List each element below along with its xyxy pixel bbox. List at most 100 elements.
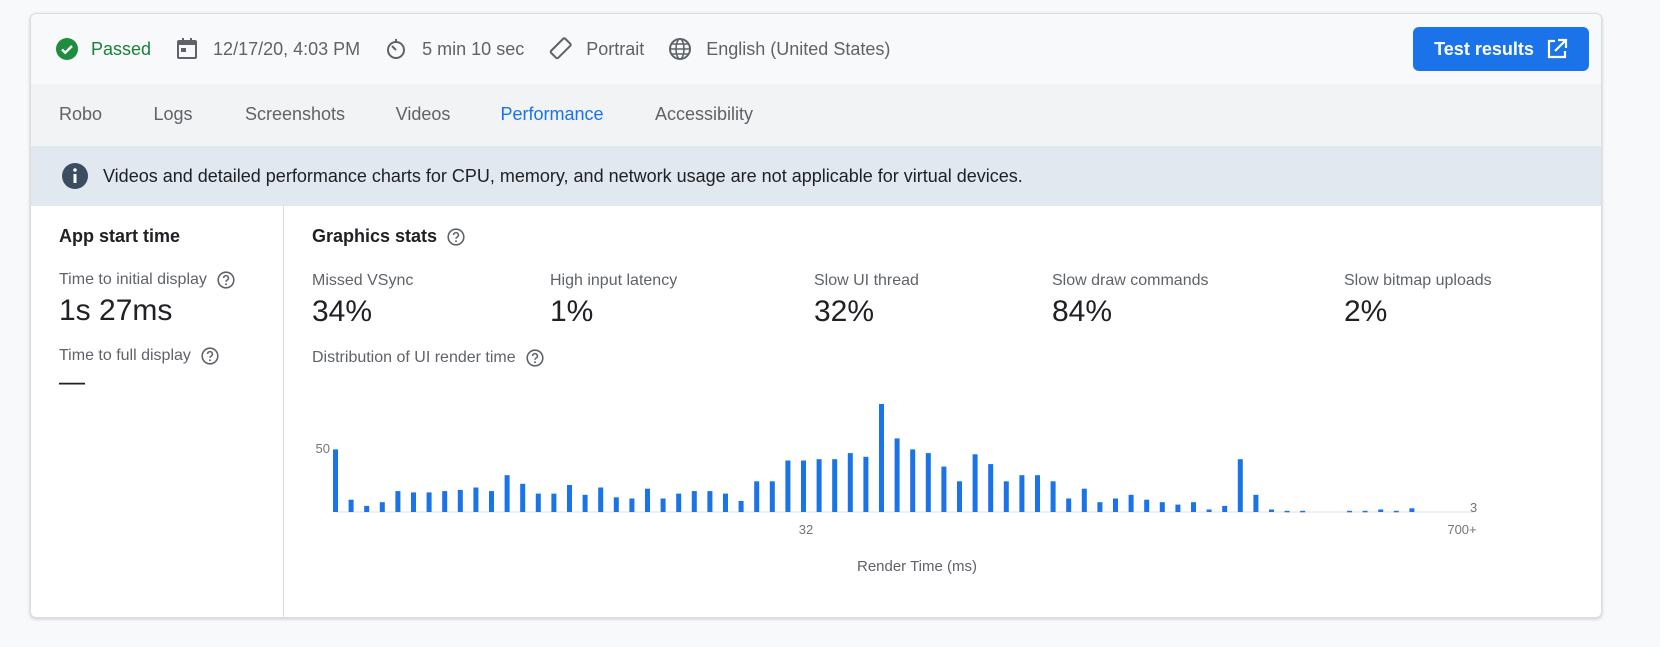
render-time-bar[interactable] — [1128, 494, 1134, 512]
render-time-bar[interactable] — [847, 453, 853, 512]
render-time-bar[interactable] — [801, 460, 806, 513]
render-time-bar[interactable] — [1191, 502, 1196, 512]
initial-display-label-text: Time to initial display — [59, 271, 207, 288]
render-time-bar[interactable] — [1113, 498, 1118, 513]
render-time-bar[interactable] — [364, 505, 370, 512]
render-time-bar[interactable] — [1081, 488, 1087, 512]
render-time-bar[interactable] — [1284, 510, 1290, 513]
render-time-bar[interactable] — [785, 460, 791, 513]
app-start-title: App start time — [59, 226, 181, 246]
render-time-bar[interactable] — [333, 449, 338, 512]
render-time-bar[interactable] — [1144, 499, 1150, 512]
render-time-bar[interactable] — [1097, 502, 1103, 512]
render-time-bar[interactable] — [411, 492, 416, 512]
tab-screenshots[interactable]: Screenshots — [245, 84, 345, 146]
timer-icon — [384, 37, 408, 61]
tab-videos[interactable]: Videos — [395, 84, 451, 146]
stat-high-input-latency-value: 1% — [550, 295, 594, 328]
render-time-bar[interactable] — [1300, 510, 1306, 513]
render-time-bar[interactable] — [1175, 504, 1181, 512]
render-time-bar[interactable] — [1269, 509, 1274, 513]
stat-slow-bitmap-uploads-value: 2% — [1344, 295, 1388, 328]
render-time-bar[interactable] — [660, 498, 666, 513]
stat-slow-ui-thread-label: Slow UI thread — [814, 272, 919, 289]
render-time-bar[interactable] — [941, 466, 947, 512]
render-time-bar[interactable] — [504, 475, 510, 512]
stat-slow-draw-commands-label: Slow draw commands — [1052, 272, 1209, 289]
render-time-bar[interactable] — [613, 497, 619, 512]
tab-accessibility[interactable]: Accessibility — [655, 84, 753, 146]
render-time-bar[interactable] — [442, 491, 448, 512]
graphics-stats-panel: Graphics stats Missed VSync 34% High inp… — [284, 206, 1601, 617]
render-time-bar[interactable] — [1237, 459, 1243, 512]
render-time-bar[interactable] — [535, 493, 541, 512]
render-time-bar[interactable] — [598, 487, 604, 513]
render-time-bar[interactable] — [582, 494, 588, 512]
render-time-bar[interactable] — [379, 502, 385, 512]
render-time-bar[interactable] — [832, 459, 838, 512]
tab-robo[interactable]: Robo — [59, 84, 102, 146]
render-time-bar[interactable] — [1206, 509, 1212, 513]
tab-logs[interactable]: Logs — [153, 84, 193, 146]
render-time-bar[interactable] — [1347, 510, 1352, 513]
render-time-bar[interactable] — [894, 438, 900, 512]
render-time-bar[interactable] — [1222, 505, 1228, 512]
chart-bars — [333, 404, 1415, 513]
stat-slow-draw-commands-value: 84% — [1052, 295, 1113, 328]
render-time-bar[interactable] — [551, 493, 557, 512]
globe-icon — [668, 37, 692, 61]
render-time-bar[interactable] — [645, 488, 650, 512]
render-time-bar[interactable] — [426, 492, 432, 512]
render-time-bar[interactable] — [457, 489, 463, 512]
render-time-bar[interactable] — [1378, 509, 1384, 513]
render-time-bar[interactable] — [863, 456, 869, 512]
render-time-bar[interactable] — [988, 464, 994, 512]
help-icon[interactable] — [447, 227, 465, 246]
graphics-stats-title: Graphics stats — [312, 226, 465, 247]
render-time-bar[interactable] — [769, 481, 775, 512]
render-time-bar[interactable] — [1050, 481, 1056, 512]
render-time-bar[interactable] — [816, 459, 822, 512]
render-time-bar[interactable] — [1019, 475, 1025, 512]
render-time-bar[interactable] — [473, 487, 479, 513]
render-time-bar[interactable] — [879, 404, 884, 512]
render-time-bar[interactable] — [395, 491, 401, 512]
status-locale-text: English (United States) — [706, 38, 891, 59]
render-time-bar[interactable] — [1003, 481, 1009, 512]
initial-display-value: 1s 27ms — [59, 294, 173, 327]
render-time-bar[interactable] — [1393, 510, 1399, 513]
render-time-bar[interactable] — [1159, 502, 1165, 512]
render-time-bar[interactable] — [910, 449, 916, 512]
render-time-bar[interactable] — [676, 493, 682, 512]
render-time-bar[interactable] — [520, 483, 526, 512]
render-time-bar[interactable] — [348, 499, 354, 512]
tab-bar: Robo Logs Screenshots Videos Performance… — [31, 84, 1601, 148]
help-icon[interactable] — [217, 271, 235, 289]
end-value-label: 3 — [1470, 500, 1477, 515]
render-time-bar[interactable] — [754, 481, 760, 512]
status-duration: 5 min 10 sec — [384, 37, 524, 61]
render-time-bar[interactable] — [567, 485, 572, 512]
render-time-bar[interactable] — [723, 493, 728, 512]
render-time-bar[interactable] — [1253, 494, 1259, 512]
render-time-bar[interactable] — [629, 498, 635, 513]
stat-missed-vsync-value: 34% — [312, 295, 373, 328]
render-time-bar[interactable] — [707, 491, 713, 512]
render-time-bar[interactable] — [691, 491, 697, 512]
render-time-bar[interactable] — [1066, 498, 1072, 513]
render-time-bar[interactable] — [1362, 510, 1368, 513]
render-time-bar[interactable] — [738, 501, 744, 512]
render-time-bar[interactable] — [972, 454, 978, 512]
help-icon[interactable] — [526, 349, 544, 367]
stat-high-input-latency-label: High input latency — [550, 272, 678, 289]
test-results-label: Test results — [1434, 38, 1534, 59]
render-time-bar[interactable] — [957, 481, 962, 512]
test-results-button[interactable]: Test results — [1413, 27, 1589, 71]
render-time-bar[interactable] — [925, 453, 931, 512]
render-time-bar[interactable] — [489, 491, 494, 512]
tab-performance[interactable]: Performance — [475, 84, 629, 148]
render-time-chart: 50 3 32 700+ Render Time (ms) — [316, 404, 1477, 575]
help-icon[interactable] — [201, 347, 219, 365]
render-time-bar[interactable] — [1409, 508, 1415, 512]
render-time-bar[interactable] — [1035, 475, 1040, 512]
